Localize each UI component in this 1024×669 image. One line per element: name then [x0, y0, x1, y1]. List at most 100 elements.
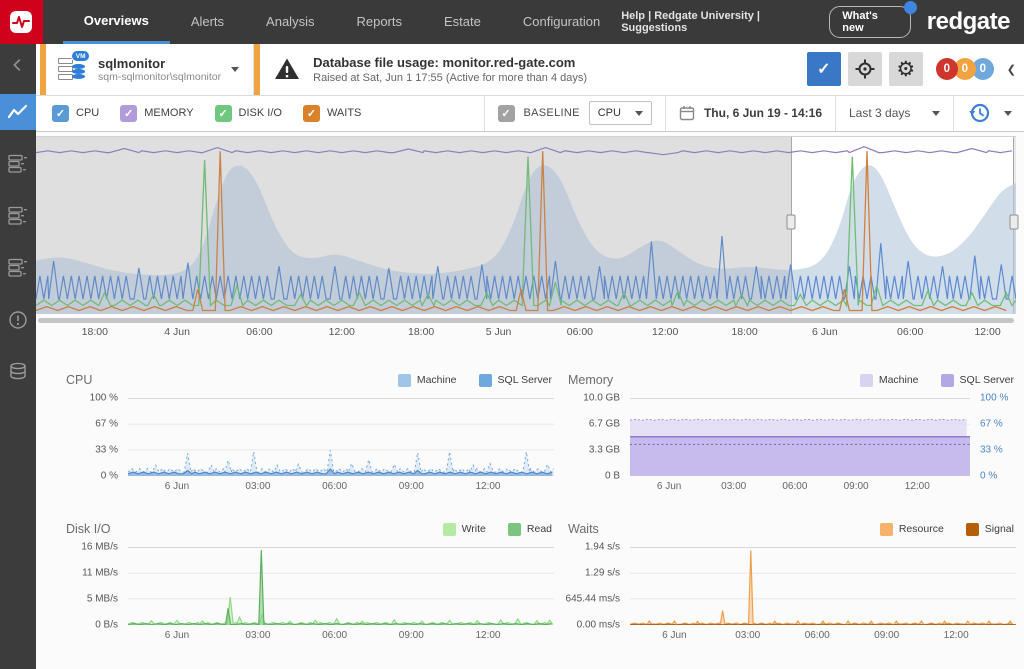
brush-handle-start[interactable]: [786, 214, 795, 229]
alert-header-bar: VM sqlmonitor sqm-sqlmonitor\sqlmonitor: [36, 44, 1024, 96]
disk-plot: [128, 547, 554, 625]
check-icon: [817, 59, 830, 79]
sidebar-item-server-overview[interactable]: [0, 94, 36, 130]
whats-new-label: What's new: [842, 10, 878, 34]
metric-label: MEMORY: [144, 107, 193, 119]
legend-label: Read: [527, 523, 552, 535]
nav-tab-analysis[interactable]: Analysis: [245, 0, 335, 44]
sql-monitor-logo-icon[interactable]: [0, 0, 43, 44]
left-sidebar: [0, 44, 36, 669]
memory-y-axis-right: 100 %67 %33 %0 %: [970, 398, 1016, 476]
timeline-scrollbar[interactable]: [38, 318, 1014, 323]
nav-tab-overviews[interactable]: Overviews: [63, 0, 170, 44]
acknowledge-check-button[interactable]: [807, 52, 841, 86]
metric-label: WAITS: [327, 107, 361, 119]
refresh-options-caret[interactable]: [1004, 111, 1012, 116]
nav-tab-alerts[interactable]: Alerts: [170, 0, 245, 44]
x-tick-label: 12:00: [475, 630, 500, 641]
chevron-down-icon: [635, 111, 643, 116]
time-range-select[interactable]: Last 3 days: [835, 96, 953, 131]
signal-swatch-icon: [966, 523, 979, 536]
legend-label: SQL Server: [960, 374, 1014, 386]
nav-tab-configuration[interactable]: Configuration: [502, 0, 621, 44]
whats-new-button[interactable]: What's new: [829, 6, 911, 38]
history-refresh-button[interactable]: [968, 101, 992, 125]
legend-label: SQL Server: [498, 374, 552, 386]
baseline-metric-select[interactable]: CPU: [589, 101, 652, 125]
timeline-plot[interactable]: [36, 136, 1016, 314]
timeline-tick-label: 12:00: [652, 326, 678, 338]
legend-item: Signal: [966, 523, 1014, 536]
high-alert-count-badge[interactable]: 0: [936, 58, 958, 80]
sidebar-item-server-list-2[interactable]: [0, 198, 36, 234]
timeline-tick-label: 18:00: [408, 326, 434, 338]
x-tick-label: 6 Jun: [165, 630, 189, 641]
timeline-tick-label: 6 Jun: [812, 326, 838, 338]
timeline-dim-overlay: [36, 137, 791, 314]
y-right-tick-label: 67 %: [980, 419, 1003, 430]
locate-target-button[interactable]: [848, 52, 882, 86]
y-tick-label: 16 MB/s: [81, 542, 118, 553]
metric-filter-waits[interactable]: WAITS: [303, 105, 361, 122]
machine-swatch-icon: [860, 374, 873, 387]
sidebar-item-server-list-1[interactable]: [0, 146, 36, 182]
timeline-axis: 18:004 Jun06:0012:0018:005 Jun06:0012:00…: [36, 326, 1016, 341]
sidebar-item-alerts[interactable]: [0, 302, 36, 338]
y-tick-label: 0 B: [605, 471, 620, 482]
help-links[interactable]: Help | Redgate University | Suggestions: [621, 10, 813, 34]
metric-charts-grid: CPU Machine SQL Server 100 %67 %33 %0 % …: [36, 341, 1024, 669]
metric-filter-memory[interactable]: MEMORY: [120, 105, 193, 122]
top-nav: Overviews Alerts Analysis Reports Estate…: [0, 0, 1024, 44]
alert-title: Database file usage: monitor.red-gate.co…: [313, 55, 587, 70]
target-icon: [855, 59, 875, 79]
active-alert[interactable]: Database file usage: monitor.red-gate.co…: [260, 44, 587, 95]
alert-count-badges: 0 0 0: [936, 58, 994, 80]
waits-chart-card: Waits Resource Signal 1.94 s/s1.29 s/s64…: [564, 520, 1016, 644]
pulse-icon: [7, 8, 35, 36]
write-swatch-icon: [443, 523, 456, 536]
settings-gear-button[interactable]: [889, 52, 923, 86]
timeline-tick-label: 4 Jun: [164, 326, 190, 338]
nav-tab-estate[interactable]: Estate: [423, 0, 502, 44]
calendar-icon: [679, 105, 695, 121]
legend-label: Resource: [899, 523, 944, 535]
sidebar-item-server-list-3[interactable]: [0, 250, 36, 286]
legend-item: Machine: [860, 374, 919, 387]
memory-chart-title: Memory: [568, 373, 613, 387]
main-content: VM sqlmonitor sqm-sqlmonitor\sqlmonitor: [36, 44, 1024, 669]
disk-y-axis: 16 MB/s11 MB/s5 MB/s0 B/s: [62, 547, 128, 625]
exclamation-circle-icon: [8, 310, 28, 330]
memory-plot: [630, 398, 970, 476]
disk-io-chart-title: Disk I/O: [66, 522, 110, 536]
redgate-brand-logo: redgate: [927, 8, 1010, 36]
nav-tab-reports[interactable]: Reports: [335, 0, 423, 44]
cpu-x-axis: 6 Jun03:0006:0009:0012:00: [128, 481, 554, 495]
x-tick-label: 6 Jun: [657, 481, 681, 492]
activity-graph-icon: [7, 101, 29, 123]
timeline-tick-label: 18:00: [82, 326, 108, 338]
cpu-chart-card: CPU Machine SQL Server 100 %67 %33 %0 % …: [62, 371, 554, 495]
server-list-icon: [8, 154, 28, 174]
machine-swatch-icon: [398, 374, 411, 387]
legend-item: SQL Server: [941, 374, 1014, 387]
timeline-tick-label: 18:00: [731, 326, 757, 338]
y-tick-label: 33 %: [95, 445, 118, 456]
brush-handle-end[interactable]: [1010, 214, 1019, 229]
checkbox-checked-icon: [52, 105, 69, 122]
memory-chart-card: Memory Machine SQL Server 10.0 GB6.7 GB3…: [564, 371, 1016, 495]
metric-filter-disk-io[interactable]: DISK I/O: [215, 105, 282, 122]
sidebar-item-databases[interactable]: [0, 354, 36, 390]
metric-filter-cpu[interactable]: CPU: [52, 105, 99, 122]
chevron-left-icon: [9, 56, 27, 74]
collapse-panel-icon[interactable]: [1007, 60, 1016, 78]
database-icon: [9, 362, 27, 382]
legend-item: Machine: [398, 374, 457, 387]
nav-right: Help | Redgate University | Suggestions …: [621, 0, 1024, 44]
baseline-checkbox[interactable]: [498, 105, 515, 122]
server-selector[interactable]: VM sqlmonitor sqm-sqlmonitor\sqlmonitor: [46, 44, 254, 95]
chevron-down-icon: [231, 67, 239, 72]
memory-x-axis: 6 Jun03:0006:0009:0012:00: [630, 481, 970, 495]
datetime-picker[interactable]: Thu, 6 Jun 19 - 14:16: [665, 96, 835, 131]
sidebar-collapse-icon[interactable]: [0, 44, 36, 86]
legend-item: Write: [443, 523, 486, 536]
